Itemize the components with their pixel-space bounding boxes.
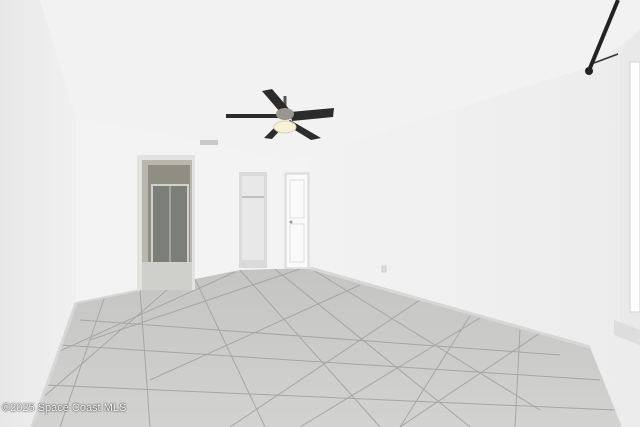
door-icon <box>284 172 310 269</box>
outlet-icon <box>381 265 387 273</box>
photo-watermark: ©2025 Space Coast MLS <box>2 402 127 414</box>
empty-bedroom-photo <box>0 0 640 427</box>
shower-icon <box>151 184 189 264</box>
closet-opening <box>239 172 267 268</box>
light-fixture-icon <box>273 120 297 134</box>
ceiling-vent <box>200 140 218 145</box>
